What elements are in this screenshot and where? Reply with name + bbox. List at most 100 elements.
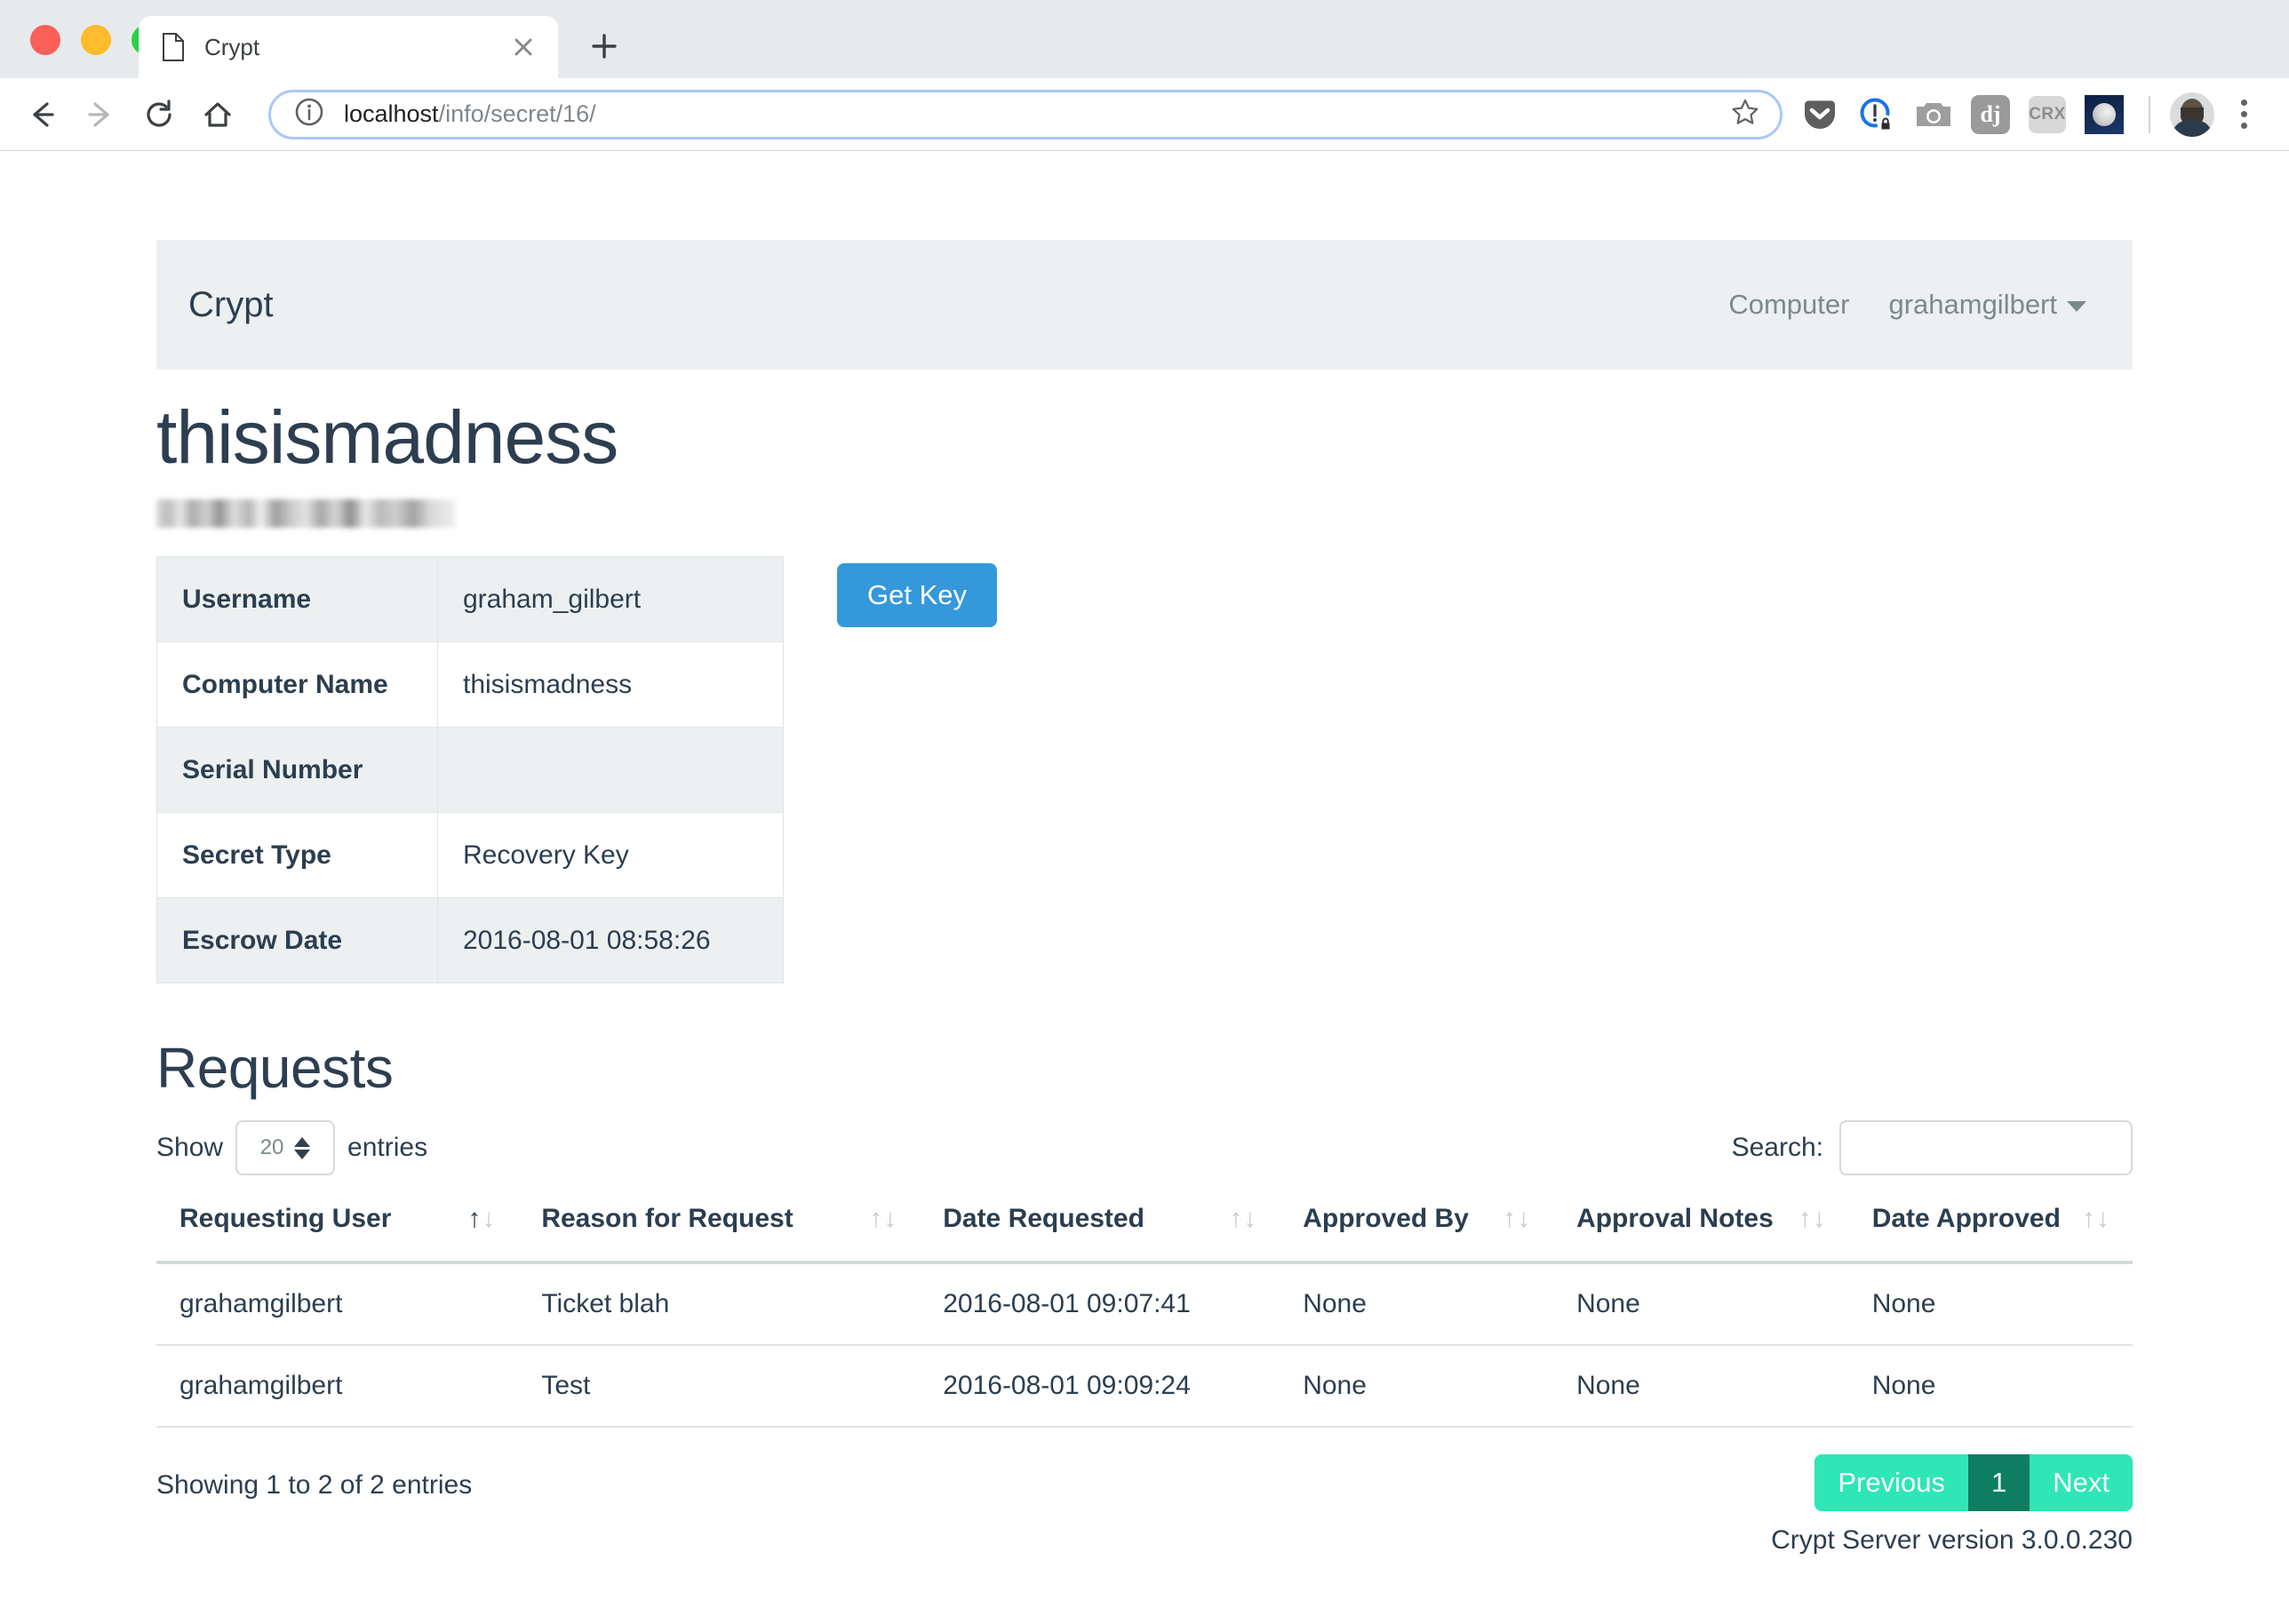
pagination: Previous 1 Next [1814,1454,2133,1512]
close-window-button[interactable] [30,25,60,55]
server-version-text: Crypt Server version 3.0.0.230 [1771,1525,2133,1556]
column-header-approved-by[interactable]: Approved By ↑ ↓ [1280,1197,1554,1265]
page-content: Crypt Computer grahamgilbert thisismadne… [0,151,2289,1624]
spinner-up-arrow [294,1136,311,1147]
secret-info-table: Username graham_gilbert Computer Name th… [156,556,784,984]
three-dot-menu-icon[interactable] [2221,90,2266,139]
sort-icon: ↑ ↓ [2082,1204,2110,1234]
table-row: Computer Name thisismadness [156,641,784,728]
new-tab-button[interactable] [585,27,624,66]
requests-table-body: grahamgilbert Ticket blah 2016-08-01 09:… [156,1262,2133,1429]
column-label: Requesting User [179,1204,392,1234]
url-host: localhost [344,100,439,127]
cell-approved-by: None [1280,1345,1554,1429]
browser-tab[interactable]: Crypt [139,16,558,78]
crx-extension-icon[interactable]: CRX [2022,90,2072,139]
django-extension-icon[interactable]: dj [1966,90,2015,139]
menu-dot [2240,123,2247,129]
cell-date-approved: None [1848,1345,2133,1429]
cell-reason: Ticket blah [518,1262,921,1347]
pocket-extension-icon[interactable] [1795,90,1845,139]
info-key: Serial Number [156,727,438,814]
nav-link-user-label: grahamgilbert [1888,289,2057,320]
pagination-previous-button[interactable]: Previous [1814,1454,1968,1512]
close-icon[interactable] [508,32,538,62]
detail-row: Username graham_gilbert Computer Name th… [156,556,2133,984]
minimize-window-button[interactable] [81,25,111,55]
sort-icon: ↑ ↓ [1798,1204,1826,1234]
menu-dot [2240,100,2247,106]
show-label: Show [156,1133,224,1163]
toolbar-divider [2149,95,2150,133]
info-key: Secret Type [156,812,438,899]
column-header-date-approved[interactable]: Date Approved ↑ ↓ [1848,1197,2133,1265]
moon-extension-art [2085,94,2124,134]
column-label: Approved By [1303,1204,1469,1234]
info-key: Escrow Date [156,897,438,984]
tab-strip: Crypt [0,0,2289,78]
page-icon [162,33,185,61]
info-value: 2016-08-01 08:58:26 [437,897,784,984]
search-control: Search: [1731,1120,2133,1176]
cell-approval-notes: None [1553,1345,1849,1429]
forward-arrow-icon[interactable] [71,85,130,144]
entries-per-page-select[interactable]: 20 [235,1120,336,1176]
tab-title: Crypt [204,33,260,60]
cell-reason: Test [518,1345,921,1429]
home-icon[interactable] [188,85,247,144]
nav-link-computer[interactable]: Computer [1728,289,1849,321]
column-label: Approval Notes [1576,1204,1774,1234]
info-value: Recovery Key [437,812,784,899]
table-row: Serial Number [156,727,784,814]
back-arrow-icon[interactable] [12,85,71,144]
nav-link-user-dropdown[interactable]: grahamgilbert [1888,289,2086,321]
pagination-page-1-button[interactable]: 1 [1968,1454,2030,1512]
reload-icon[interactable] [130,85,188,144]
search-label: Search: [1731,1133,1823,1163]
browser-chrome: Crypt localhost/info/secret/16/ dj CRX [0,0,2289,151]
table-row: Secret Type Recovery Key [156,812,784,899]
column-label: Date Requested [943,1204,1144,1234]
info-value: graham_gilbert [437,556,784,643]
address-bar-url: localhost/info/secret/16/ [344,100,1718,128]
sort-icon: ↑ ↓ [1503,1204,1531,1234]
cell-date-requested: 2016-08-01 09:07:41 [920,1262,1280,1347]
entries-select-value: 20 [259,1135,284,1160]
get-key-button[interactable]: Get Key [837,563,997,628]
django-extension-label: dj [1971,94,2010,134]
camera-extension-icon[interactable] [1909,90,1958,139]
pagination-next-button[interactable]: Next [2030,1454,2133,1512]
crx-extension-label: CRX [2029,95,2066,133]
redacted-subtitle [156,499,455,529]
requests-table-head: Requesting User ↑ ↓ Reason for Request ↑ ↓ D… [156,1197,2133,1265]
sort-icon: ↑ ↓ [1229,1204,1257,1234]
info-value-redacted [437,727,784,814]
navbar-brand[interactable]: Crypt [188,285,274,325]
column-header-approval-notes[interactable]: Approval Notes ↑ ↓ [1553,1197,1849,1265]
moon-extension-icon[interactable] [2079,90,2129,139]
column-header-reason-for-request[interactable]: Reason for Request ↑ ↓ [518,1197,921,1265]
spinner-down-arrow [294,1149,311,1159]
column-header-requesting-user[interactable]: Requesting User ↑ ↓ [156,1197,519,1265]
table-controls: Show 20 entries Search: [156,1120,2133,1176]
column-label: Reason for Request [541,1204,794,1234]
entries-label: entries [347,1133,428,1163]
page-container: Crypt Computer grahamgilbert thisismadne… [156,151,2133,1556]
showing-entries-info: Showing 1 to 2 of 2 entries [156,1470,473,1501]
privacy-lock-extension-icon[interactable] [1852,90,1902,139]
search-input[interactable] [1839,1120,2133,1176]
cell-approved-by: None [1280,1262,1554,1347]
column-label: Date Approved [1871,1204,2061,1234]
table-row: Escrow Date 2016-08-01 08:58:26 [156,897,784,984]
info-value: thisismadness [437,641,784,728]
navbar-links: Computer grahamgilbert [1728,289,2086,321]
address-bar[interactable]: localhost/info/secret/16/ [268,89,1783,139]
requests-table: Requesting User ↑ ↓ Reason for Request ↑ ↓ D… [156,1197,2133,1429]
star-icon[interactable] [1730,97,1760,131]
info-circle-icon[interactable] [294,97,324,131]
avatar[interactable] [2170,92,2214,137]
sort-icon-active-asc: ↑ ↓ [467,1204,496,1234]
table-footer: Showing 1 to 2 of 2 entries Previous 1 N… [156,1454,2133,1556]
column-header-date-requested[interactable]: Date Requested ↑ ↓ [920,1197,1280,1265]
table-row: Username graham_gilbert [156,556,784,643]
